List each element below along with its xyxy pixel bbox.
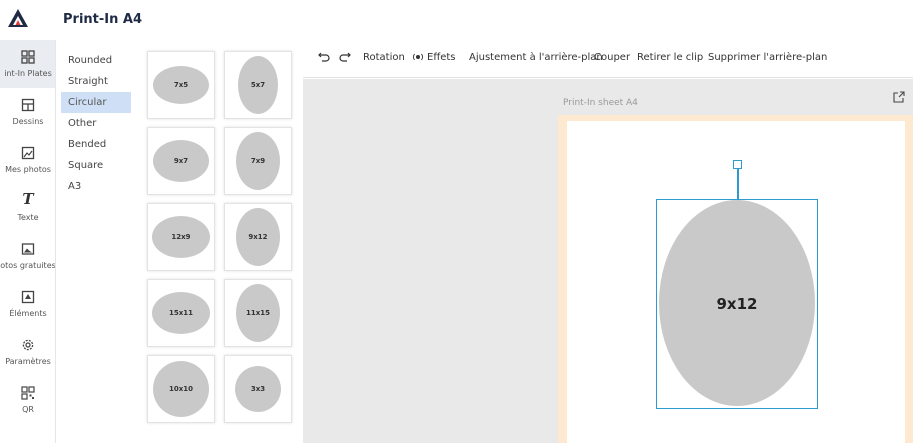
rotation-stem (737, 166, 739, 199)
selection-box[interactable]: 9x12 (656, 160, 818, 409)
rail-item-texte[interactable]: T Texte (0, 184, 55, 232)
grid-icon (21, 50, 35, 64)
adjust-background-button[interactable]: Ajustement à l'arrière-plan (469, 52, 603, 63)
rail-label: Éléments (9, 309, 47, 318)
template-label: 15x11 (169, 309, 193, 317)
category-square[interactable]: Square (61, 155, 131, 176)
left-rail: int-In Plates Dessins Mes photos T Texte… (0, 40, 56, 443)
template-label: 10x10 (169, 385, 193, 393)
photos-icon (21, 146, 35, 160)
settings-icon (21, 338, 35, 352)
image-icon (21, 242, 35, 256)
template-tile[interactable]: 5x7 (224, 51, 292, 119)
template-label: 3x3 (250, 385, 266, 393)
selected-shape-label: 9x12 (716, 295, 758, 313)
template-tile[interactable]: 7x5 (147, 51, 215, 119)
template-tile[interactable]: 9x12 (224, 203, 292, 271)
rail-item-qr[interactable]: QR (0, 376, 55, 424)
category-circular[interactable]: Circular (61, 92, 131, 113)
text-icon: T (22, 190, 34, 208)
template-tile[interactable]: 10x10 (147, 355, 215, 423)
rail-item-settings[interactable]: Paramètres (0, 328, 55, 376)
rail-label: QR (22, 405, 34, 414)
category-bended[interactable]: Bended (61, 134, 131, 155)
logo-icon (8, 9, 28, 27)
category-other[interactable]: Other (61, 113, 131, 134)
effects-icon (412, 51, 424, 63)
template-label: 9x7 (173, 157, 189, 165)
rail-label: Paramètres (5, 357, 51, 366)
rail-item-plates[interactable]: int-In Plates (0, 40, 55, 88)
rail-item-dessins[interactable]: Dessins (0, 88, 55, 136)
elements-icon (21, 290, 35, 304)
rail-item-elements[interactable]: Éléments (0, 280, 55, 328)
remove-background-button[interactable]: Supprimer l'arrière-plan (708, 52, 827, 63)
top-header: Print-In A4 (0, 0, 913, 40)
category-list: Rounded Straight Circular Other Bended S… (61, 50, 131, 197)
rotation-handle[interactable] (733, 160, 742, 169)
template-label: 5x7 (250, 81, 266, 89)
template-label: 7x5 (173, 81, 189, 89)
template-label: 12x9 (171, 233, 191, 241)
template-tile[interactable]: 11x15 (224, 279, 292, 347)
qr-icon (21, 386, 35, 400)
undo-icon[interactable] (318, 51, 330, 63)
editor-toolbar: Rotation Effets Ajustement à l'arrière-p… (303, 40, 913, 78)
remove-clip-button[interactable]: Retirer le clip (637, 52, 703, 63)
template-tile[interactable]: 12x9 (147, 203, 215, 271)
rail-label: Dessins (12, 117, 44, 126)
template-label: 9x12 (248, 233, 268, 241)
template-tile[interactable]: 9x7 (147, 127, 215, 195)
rail-label: otos gratuites (0, 261, 56, 270)
template-tile[interactable]: 7x9 (224, 127, 292, 195)
a4-sheet: 9x12 (558, 115, 913, 443)
canvas-area: Print-In sheet A4 9x12 (303, 79, 913, 443)
template-grid: 7x5 5x7 9x7 7x9 12x9 9x12 15x11 11x15 10… (141, 40, 300, 443)
rail-label: int-In Plates (4, 69, 52, 78)
layout-icon (21, 98, 35, 112)
category-rounded[interactable]: Rounded (61, 50, 131, 71)
sheet-label: Print-In sheet A4 (563, 98, 638, 108)
rail-label: Mes photos (5, 165, 51, 174)
effects-button[interactable]: Effets (427, 52, 456, 63)
rail-item-photos[interactable]: Mes photos (0, 136, 55, 184)
app-title: Print-In A4 (63, 12, 142, 27)
category-straight[interactable]: Straight (61, 71, 131, 92)
rail-item-free-photos[interactable]: otos gratuites (0, 232, 56, 280)
template-tile[interactable]: 3x3 (224, 355, 292, 423)
template-tile[interactable]: 15x11 (147, 279, 215, 347)
expand-icon[interactable] (893, 91, 905, 103)
template-label: 11x15 (246, 309, 270, 317)
rotation-button[interactable]: Rotation (363, 52, 405, 63)
sheet-canvas[interactable]: 9x12 (567, 121, 905, 443)
template-label: 7x9 (250, 157, 266, 165)
cut-button[interactable]: Couper (594, 52, 630, 63)
rail-label: Texte (17, 213, 39, 222)
redo-icon[interactable] (339, 51, 351, 63)
category-a3[interactable]: A3 (61, 176, 131, 197)
